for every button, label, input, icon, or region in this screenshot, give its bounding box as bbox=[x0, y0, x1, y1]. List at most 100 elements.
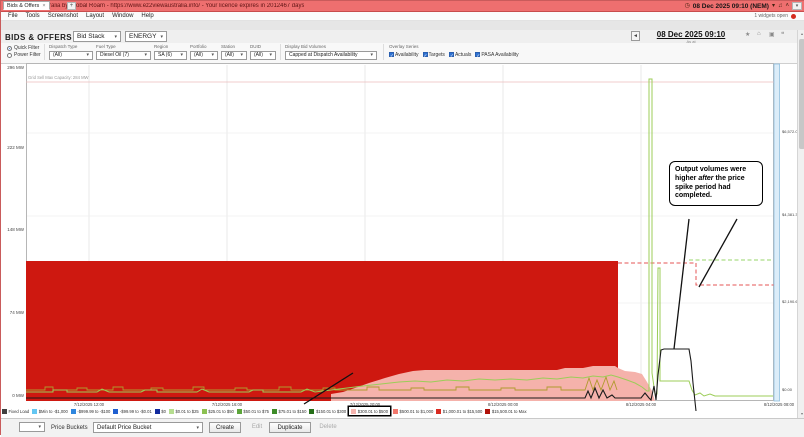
alert-dot-icon[interactable] bbox=[791, 14, 796, 19]
legend-label: $50.01 to $75 bbox=[243, 409, 269, 414]
scroll-up-icon[interactable]: ▴ bbox=[798, 30, 804, 38]
legend-label: $150.01 to $300 bbox=[316, 409, 346, 414]
radio-off-icon bbox=[7, 53, 12, 58]
view-selector[interactable]: Bid Stack▾ bbox=[73, 31, 121, 42]
filter-label: Station bbox=[221, 44, 247, 49]
legend-item: $150.01 to $300 bbox=[309, 409, 346, 414]
checkbox-checked-icon: ✓ bbox=[449, 52, 454, 57]
quick-filter-radio[interactable]: Quick Filter bbox=[7, 45, 39, 51]
legend-swatch bbox=[155, 409, 160, 414]
price-buckets-label: Price Buckets bbox=[51, 425, 88, 431]
overlay-check-pasa-availability[interactable]: ✓PASA Availability bbox=[475, 52, 518, 58]
chevron-down-icon: ▾ bbox=[269, 52, 272, 58]
legend-item: $15,500.01 to Max bbox=[485, 409, 526, 414]
date-back-button[interactable]: ◄ bbox=[631, 31, 640, 41]
scrollbar-thumb[interactable] bbox=[799, 39, 804, 149]
legend-item: $25.01 to $50 bbox=[202, 409, 234, 414]
bid-stack-chart[interactable] bbox=[26, 63, 774, 401]
display-bid-volumes-select[interactable]: Capped at Dispatch Availability▾ bbox=[285, 51, 377, 60]
legend-label: -$999.99 to -$100 bbox=[77, 409, 110, 414]
menu-layout[interactable]: Layout bbox=[82, 13, 108, 19]
display-bid-volumes-group: Display Bid Volumes Capped at Dispatch A… bbox=[285, 44, 377, 60]
legend-item: $75.01 to $150 bbox=[272, 409, 306, 414]
filter-select-dispatch-type[interactable]: (All)▾ bbox=[49, 51, 93, 60]
star-icon[interactable]: ★ bbox=[745, 31, 750, 38]
legend-swatch bbox=[169, 409, 174, 414]
legend-swatch bbox=[272, 409, 277, 414]
chat-icon[interactable]: ❝ bbox=[781, 31, 784, 38]
legend-item: $0.01 to $25 bbox=[169, 409, 199, 414]
price-bucket-legend: Fixed Load$Min to -$1,000-$999.99 to -$1… bbox=[2, 407, 562, 415]
collapse-icon[interactable]: ˄ bbox=[785, 3, 789, 9]
filter-select-region[interactable]: SA (6)▾ bbox=[154, 51, 187, 60]
chevron-down-icon: ▾ bbox=[144, 52, 147, 58]
legend-swatch bbox=[485, 409, 490, 414]
legend-item: $1,000.01 to $15,500 bbox=[436, 409, 482, 414]
filter-group-portfolio: Portfolio (All)▾ bbox=[190, 44, 218, 60]
filter-label: Portfolio bbox=[190, 44, 218, 49]
divider bbox=[383, 44, 384, 60]
menu-window[interactable]: Window bbox=[108, 13, 137, 19]
legend-swatch bbox=[32, 409, 37, 414]
tab-overflow-button[interactable]: ▾ bbox=[792, 2, 802, 10]
widget-title: BIDS & OFFERS bbox=[5, 33, 72, 42]
power-filter-radio[interactable]: Power Filter bbox=[7, 52, 41, 58]
vertical-scrollbar[interactable]: ▴ ▾ bbox=[797, 30, 804, 418]
legend-item-highlighted: $300.01 to $500 bbox=[349, 407, 390, 415]
legend-label: $0.01 to $25 bbox=[175, 409, 198, 414]
legend-swatch bbox=[71, 409, 76, 414]
filter-select-fuel-type[interactable]: Diesel Oil (7) ▾ bbox=[96, 51, 151, 60]
speaker-icon[interactable]: ♫ bbox=[778, 3, 783, 9]
current-date-display[interactable]: 08 Dec 2025 09:10 bbox=[643, 30, 739, 39]
checkbox-checked-icon: ✓ bbox=[389, 52, 394, 57]
axis-scale-select[interactable]: ▾ bbox=[19, 422, 45, 432]
price-bucket-select[interactable]: Default Price Bucket▾ bbox=[93, 422, 203, 433]
filter-label: DUID bbox=[250, 44, 276, 49]
filter-value: (All) bbox=[194, 52, 203, 58]
legend-label: $500.01 to $1,000 bbox=[400, 409, 434, 414]
menu-tools[interactable]: Tools bbox=[22, 13, 44, 19]
overlay-check-actuals[interactable]: ✓Actuals bbox=[449, 52, 471, 58]
legend-swatch bbox=[393, 409, 398, 414]
delete-bucket-button: Delete bbox=[315, 422, 341, 433]
camera-icon[interactable]: ▣ bbox=[769, 31, 775, 38]
tab-close-icon[interactable]: × bbox=[42, 3, 45, 9]
legend-swatch bbox=[309, 409, 314, 414]
legend-item: $0 bbox=[155, 409, 166, 414]
legend-item: $50.01 to $75 bbox=[237, 409, 269, 414]
widgets-open-status: 1 widgets open bbox=[754, 13, 788, 19]
menu-screenshot[interactable]: Screenshot bbox=[44, 13, 82, 19]
clock-dropdown-icon[interactable]: ▾ bbox=[772, 3, 775, 9]
filter-select-station[interactable]: (All)▾ bbox=[221, 51, 247, 60]
scroll-down-icon[interactable]: ▾ bbox=[798, 410, 804, 418]
home-icon[interactable]: ⌂ bbox=[757, 31, 761, 37]
filter-group-duid: DUID (All)▾ bbox=[250, 44, 276, 60]
tab-label: Bids & Offers bbox=[7, 3, 39, 9]
add-tab-button[interactable]: + bbox=[67, 2, 76, 10]
tab-bids-offers[interactable]: Bids & Offers × bbox=[3, 1, 50, 10]
current-time-band bbox=[774, 64, 780, 401]
chevron-down-icon: ▾ bbox=[160, 34, 163, 40]
checkbox-checked-icon: ✓ bbox=[423, 52, 428, 57]
window-title: ez2view Australia by Global Roam - https… bbox=[14, 3, 304, 9]
checkbox-label: Actuals bbox=[455, 52, 471, 58]
filter-value: Diesel Oil (7) bbox=[100, 52, 129, 58]
checkbox-label: PASA Availability bbox=[481, 52, 518, 58]
create-bucket-button[interactable]: Create bbox=[209, 422, 241, 433]
legend-swatch bbox=[202, 409, 207, 414]
menu-file[interactable]: File bbox=[4, 13, 22, 19]
legend-swatch bbox=[237, 409, 242, 414]
overlay-check-availability[interactable]: ✓Availability bbox=[389, 52, 419, 58]
menu-help[interactable]: Help bbox=[137, 13, 157, 19]
legend-label: $1,000.01 to $15,500 bbox=[443, 409, 483, 414]
duplicate-bucket-button[interactable]: Duplicate bbox=[269, 422, 311, 433]
y-axis-tick-left: 74 MW bbox=[2, 310, 24, 315]
filter-value: (All) bbox=[53, 52, 62, 58]
overlay-check-targets[interactable]: ✓Targets bbox=[423, 52, 445, 58]
filter-select-portfolio[interactable]: (All)▾ bbox=[190, 51, 218, 60]
filter-select-duid[interactable]: (All)▾ bbox=[250, 51, 276, 60]
commodity-selector[interactable]: ENERGY▾ bbox=[125, 31, 167, 42]
legend-label: $25.01 to $50 bbox=[208, 409, 234, 414]
checkbox-label: Targets bbox=[429, 52, 445, 58]
overlay-series-group: Overlay Series ✓Availability✓Targets✓Act… bbox=[389, 44, 519, 58]
